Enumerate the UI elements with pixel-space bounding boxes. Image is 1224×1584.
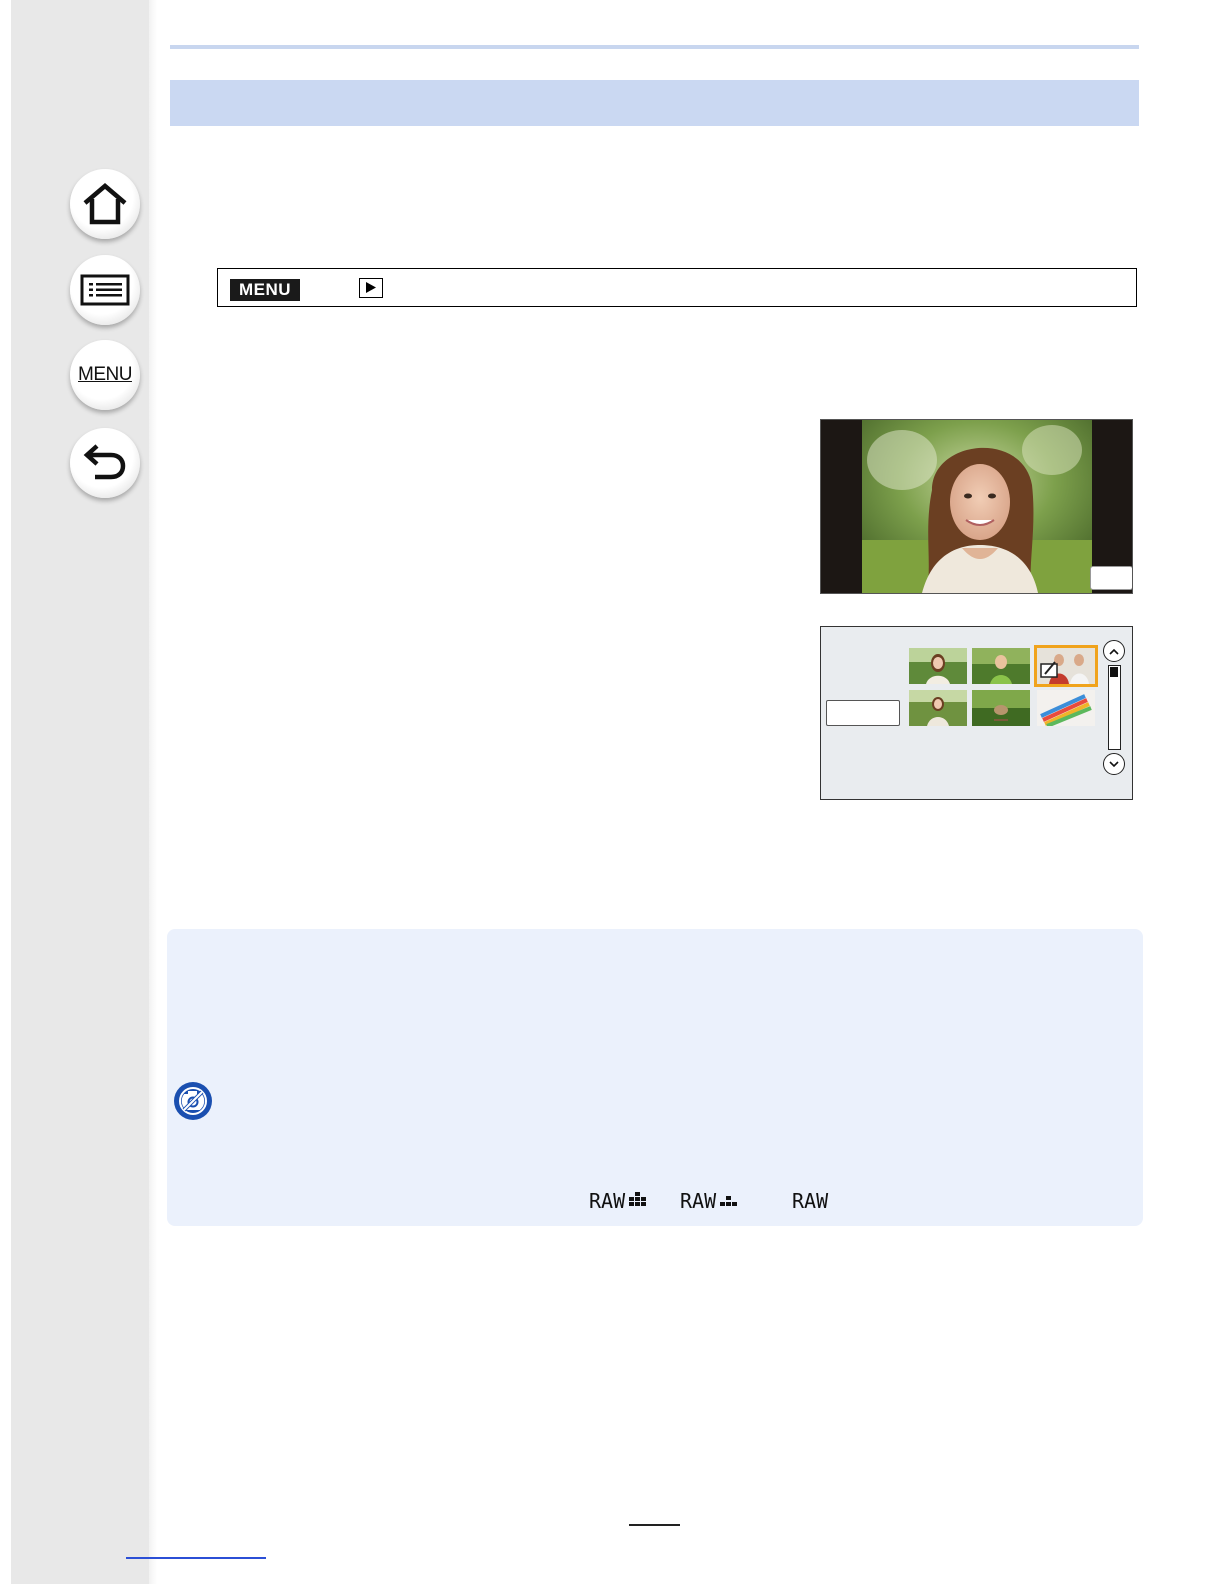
- top-rule: [170, 45, 1139, 49]
- thumbnail-screen: [820, 626, 1133, 800]
- scrollbar-thumb[interactable]: [1110, 667, 1118, 677]
- photo-action-button[interactable]: [1090, 566, 1132, 590]
- menu-button[interactable]: MENU: [70, 340, 140, 410]
- raw-fine-icon: [629, 1192, 647, 1206]
- thumbnail-5[interactable]: [972, 690, 1030, 726]
- raw-standard-icon: [720, 1196, 738, 1206]
- raw-standard-label: RAW: [680, 1189, 717, 1213]
- raw-only-mode: RAW: [792, 1188, 828, 1214]
- back-arrow-icon: [83, 444, 126, 480]
- sidebar-shadow: [149, 0, 157, 1584]
- menu-path-box: MENU: [217, 268, 1137, 307]
- not-available-icon: [173, 1081, 213, 1126]
- page-number-rule: [629, 1524, 680, 1526]
- thumbnail-2[interactable]: [972, 648, 1030, 684]
- sidebar: [11, 0, 149, 1584]
- chevron-up-icon: [1109, 648, 1119, 655]
- thumbnail-3-selected[interactable]: [1034, 645, 1098, 687]
- playback-icon: [359, 278, 383, 298]
- playback-screen: [820, 419, 1133, 594]
- menu-badge: MENU: [230, 279, 300, 301]
- back-button[interactable]: [70, 428, 140, 498]
- home-icon: [83, 183, 127, 225]
- note-panel: [167, 929, 1143, 1226]
- portrait-photo: [862, 420, 1092, 593]
- thumbnail-4[interactable]: [909, 690, 967, 726]
- raw-fine-mode: RAW: [589, 1188, 649, 1214]
- scrollbar[interactable]: [1108, 665, 1121, 750]
- thumbnail-6[interactable]: [1037, 690, 1095, 726]
- raw-standard-mode: RAW: [680, 1188, 740, 1214]
- chevron-down-icon: [1109, 760, 1119, 767]
- bottom-link[interactable]: [126, 1557, 266, 1559]
- title-band: [170, 80, 1139, 126]
- raw-fine-label: RAW: [589, 1189, 626, 1213]
- thumbnail-action-button[interactable]: [826, 700, 900, 726]
- contents-button[interactable]: [70, 255, 140, 325]
- raw-only-label: RAW: [792, 1189, 829, 1213]
- scroll-up-button[interactable]: [1103, 640, 1125, 662]
- list-icon: [80, 274, 130, 306]
- thumbnail-1[interactable]: [909, 648, 967, 684]
- scroll-down-button[interactable]: [1103, 753, 1125, 775]
- home-button[interactable]: [70, 169, 140, 239]
- menu-icon: MENU: [78, 364, 132, 385]
